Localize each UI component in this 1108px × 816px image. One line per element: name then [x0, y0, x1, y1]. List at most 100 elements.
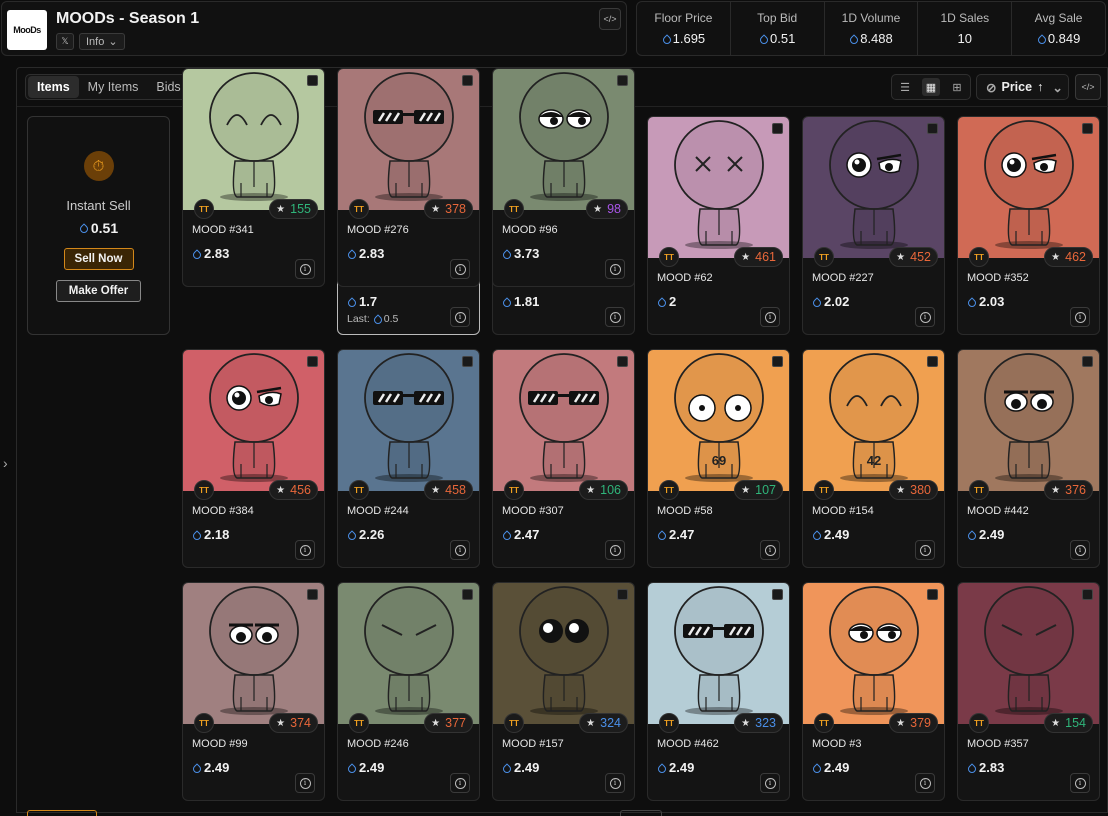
select-checkbox[interactable]: [927, 356, 938, 367]
select-checkbox[interactable]: [772, 589, 783, 600]
info-button[interactable]: i: [760, 773, 780, 793]
sui-icon: [502, 530, 510, 540]
nft-card[interactable]: TT ★ 154 MOOD #357 2.83 i: [957, 582, 1100, 801]
rarity-rank-badge: ★ 456: [269, 480, 318, 500]
select-checkbox[interactable]: [307, 589, 318, 600]
bottom-button[interactable]: [620, 810, 662, 816]
twitter-icon[interactable]: 𝕏: [56, 33, 74, 50]
grid-view-icon[interactable]: ⊞: [948, 78, 966, 96]
info-dropdown[interactable]: Info ⌄: [79, 33, 125, 50]
select-checkbox[interactable]: [1082, 356, 1093, 367]
nft-card[interactable]: TT ★ 106 MOOD #307 2.47 i: [492, 349, 635, 568]
nft-card[interactable]: TT ★ 378 MOOD #276 2.83 i: [337, 68, 480, 287]
sui-icon: [657, 530, 665, 540]
select-checkbox[interactable]: [617, 75, 628, 86]
nft-name: MOOD #352: [967, 272, 1029, 284]
nft-image: 42: [803, 350, 944, 491]
nft-image: [493, 583, 634, 724]
star-icon: ★: [431, 717, 441, 729]
stat-4: Avg Sale 0.849: [1012, 2, 1105, 55]
nft-name: MOOD #3: [812, 738, 862, 750]
rarity-rank-badge: ★ 374: [269, 713, 318, 733]
select-checkbox[interactable]: [772, 356, 783, 367]
rarity-rank: 374: [290, 716, 311, 730]
nft-card[interactable]: TT ★ 452 MOOD #227 2.02 i: [802, 116, 945, 335]
sell-now-button[interactable]: Sell Now: [63, 248, 134, 270]
nft-card[interactable]: TT ★ 458 MOOD #244 2.26 i: [337, 349, 480, 568]
star-icon: ★: [896, 717, 906, 729]
info-button[interactable]: i: [760, 540, 780, 560]
info-button[interactable]: i: [915, 307, 935, 327]
select-checkbox[interactable]: [462, 356, 473, 367]
select-checkbox[interactable]: [462, 75, 473, 86]
tab-my-items[interactable]: My Items: [79, 76, 148, 98]
select-checkbox[interactable]: [307, 75, 318, 86]
nft-card[interactable]: TT ★ 323 MOOD #462 2.49 i: [647, 582, 790, 801]
select-checkbox[interactable]: [772, 123, 783, 134]
list-view-icon[interactable]: ☰: [896, 78, 914, 96]
select-checkbox[interactable]: [1082, 123, 1093, 134]
embed-code-button[interactable]: </>: [599, 8, 621, 30]
select-checkbox[interactable]: [617, 589, 628, 600]
stat-3: 1D Sales 10: [918, 2, 1013, 55]
select-checkbox[interactable]: [927, 123, 938, 134]
expand-sidebar-icon[interactable]: ›: [3, 455, 8, 471]
select-checkbox[interactable]: [1082, 589, 1093, 600]
rarity-rank: 452: [910, 250, 931, 264]
info-button[interactable]: i: [295, 540, 315, 560]
info-button[interactable]: i: [450, 540, 470, 560]
select-checkbox[interactable]: [927, 589, 938, 600]
select-checkbox[interactable]: [617, 356, 628, 367]
nft-card[interactable]: 69 TT ★ 107 MOOD #58 2.47 i: [647, 349, 790, 568]
nft-image: [648, 583, 789, 724]
stats-bar: Floor Price 1.695 Top Bid 0.51 1D Volume 8.48…: [636, 1, 1106, 56]
nft-card[interactable]: TT ★ 456 MOOD #384 2.18 i: [182, 349, 325, 568]
nft-card[interactable]: TT ★ 374 MOOD #99 2.49 i: [182, 582, 325, 801]
sui-icon: [812, 763, 820, 773]
nft-card[interactable]: TT ★ 376 MOOD #442 2.49 i: [957, 349, 1100, 568]
rarity-rank-badge: ★ 323: [734, 713, 783, 733]
info-button[interactable]: i: [915, 540, 935, 560]
nft-name: MOOD #62: [657, 272, 713, 284]
info-button[interactable]: i: [1070, 540, 1090, 560]
rarity-rank-badge: ★ 458: [424, 480, 473, 500]
info-button[interactable]: i: [605, 540, 625, 560]
info-button[interactable]: i: [1070, 773, 1090, 793]
info-button[interactable]: i: [450, 259, 470, 279]
nft-price: 2.03: [967, 294, 1004, 309]
select-checkbox[interactable]: [462, 589, 473, 600]
select-checkbox[interactable]: [307, 356, 318, 367]
nft-price: 2: [657, 294, 676, 309]
info-button[interactable]: i: [450, 773, 470, 793]
star-icon: ★: [276, 203, 286, 215]
rarity-rank-badge: ★ 380: [889, 480, 938, 500]
embed-code-button[interactable]: </>: [1075, 74, 1101, 100]
nft-card[interactable]: TT ★ 379 MOOD #3 2.49 i: [802, 582, 945, 801]
nft-card[interactable]: TT ★ 324 MOOD #157 2.49 i: [492, 582, 635, 801]
dense-grid-view-icon[interactable]: ▦: [922, 78, 940, 96]
info-button[interactable]: i: [605, 773, 625, 793]
nft-card[interactable]: TT ★ 462 MOOD #352 2.03 i: [957, 116, 1100, 335]
info-button[interactable]: i: [450, 307, 470, 327]
sort-dropdown[interactable]: ⊘ Price ↑ ⌄: [976, 74, 1069, 100]
info-button[interactable]: i: [295, 773, 315, 793]
info-button[interactable]: i: [760, 307, 780, 327]
nft-card[interactable]: TT ★ 461 MOOD #62 2 i: [647, 116, 790, 335]
tab-items[interactable]: Items: [28, 76, 79, 98]
nft-card[interactable]: TT ★ 155 MOOD #341 2.83 i: [182, 68, 325, 287]
info-button[interactable]: i: [1070, 307, 1090, 327]
bottom-button[interactable]: [27, 810, 97, 816]
info-button[interactable]: i: [295, 259, 315, 279]
info-button[interactable]: i: [915, 773, 935, 793]
stat-label: 1D Sales: [940, 11, 990, 25]
nft-card[interactable]: 42 TT ★ 380 MOOD #154 2.49 i: [802, 349, 945, 568]
sui-icon: [849, 34, 857, 44]
nft-price: 3.73: [502, 246, 539, 261]
nft-image: [493, 350, 634, 491]
make-offer-button[interactable]: Make Offer: [56, 280, 141, 302]
nft-card[interactable]: TT ★ 98 MOOD #96 3.73 i: [492, 68, 635, 287]
sort-direction: ↑: [1037, 80, 1044, 94]
nft-card[interactable]: TT ★ 377 MOOD #246 2.49 i: [337, 582, 480, 801]
info-button[interactable]: i: [605, 259, 625, 279]
info-button[interactable]: i: [605, 307, 625, 327]
